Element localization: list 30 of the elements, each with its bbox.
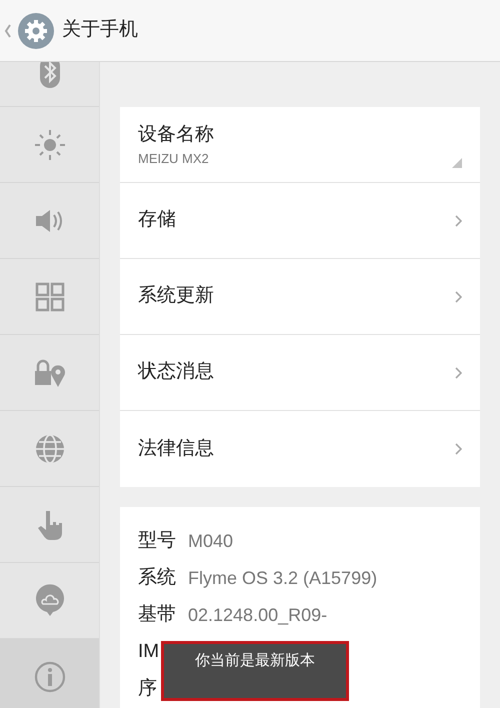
setting-title: 设备名称 bbox=[138, 122, 215, 146]
info-value: M040 bbox=[188, 530, 234, 553]
back-icon[interactable] bbox=[4, 22, 12, 38]
chevron-right-icon bbox=[455, 443, 462, 455]
info-label: 序 bbox=[138, 677, 157, 702]
chevron-right-icon bbox=[455, 290, 462, 302]
setting-title: 状态消息 bbox=[138, 360, 215, 384]
dropdown-corner-icon bbox=[452, 158, 462, 168]
settings-icon bbox=[18, 12, 54, 48]
settings-row[interactable]: 系统更新 bbox=[120, 259, 480, 335]
info-value: 02.1248.00_R09- bbox=[188, 604, 328, 627]
info-label: 型号 bbox=[138, 529, 176, 554]
setting-title: 系统更新 bbox=[138, 284, 215, 308]
chevron-right-icon bbox=[455, 366, 462, 378]
setting-title: 存储 bbox=[138, 208, 177, 232]
info-value: Flyme OS 3.2 (A15799) bbox=[188, 567, 378, 590]
setting-title: 法律信息 bbox=[138, 436, 215, 461]
toast-message: 你当前是最新版本 bbox=[195, 651, 315, 671]
settings-row[interactable]: 状态消息 bbox=[120, 335, 480, 411]
settings-row[interactable]: 存储 bbox=[120, 183, 480, 259]
page-title: 关于手机 bbox=[62, 18, 138, 42]
info-label: 基带 bbox=[138, 603, 176, 628]
info-label: IM bbox=[138, 640, 160, 664]
sidebar-item[interactable] bbox=[0, 639, 99, 708]
settings-row[interactable]: 设备名称 MEIZU MX2 bbox=[120, 107, 480, 183]
setting-value: MEIZU MX2 bbox=[138, 150, 210, 168]
info-label: 系统 bbox=[138, 566, 176, 590]
chevron-right-icon bbox=[455, 214, 462, 226]
sidebar-item[interactable] bbox=[0, 62, 99, 107]
settings-row[interactable]: 法律信息 bbox=[120, 411, 480, 487]
